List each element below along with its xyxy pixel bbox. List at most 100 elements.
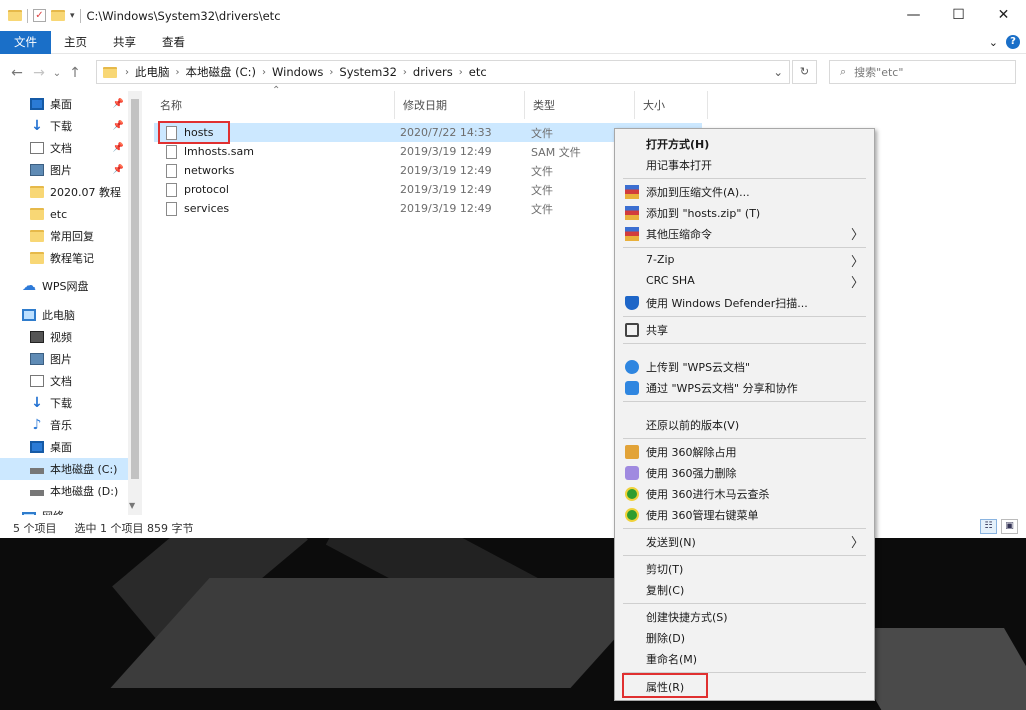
menu-item-add-zip[interactable]: 添加到 "hosts.zip" (T)	[615, 202, 874, 223]
sidebar-scrollbar-thumb[interactable]	[131, 99, 139, 479]
scroll-down-icon[interactable]: ▼	[129, 501, 135, 510]
download-icon: ↓	[31, 395, 43, 411]
menu-item-share-wps[interactable]: 通过 "WPS云文档" 分享和协作	[615, 377, 874, 398]
menu-item-rename[interactable]: 重命名(M)	[615, 648, 874, 669]
sidebar-item-network[interactable]: 网络	[0, 505, 128, 515]
search-input[interactable]: ⌕ 搜索"etc"	[829, 60, 1016, 84]
chevron-right-icon[interactable]: ›	[327, 67, 335, 78]
sidebar-item-folder[interactable]: etc	[0, 203, 128, 225]
sidebar-item-pictures[interactable]: 图片 📌	[0, 159, 128, 181]
breadcrumb-system32[interactable]: System32	[335, 65, 401, 79]
sidebar-item-folder[interactable]: 2020.07 教程	[0, 181, 128, 203]
column-header-size[interactable]: 大小	[635, 91, 708, 119]
sidebar-item-this-pc[interactable]: 此电脑	[0, 304, 128, 326]
menu-item-add-archive[interactable]: 添加到压缩文件(A)...	[615, 181, 874, 202]
sidebar-item-label: 视频	[50, 331, 72, 344]
breadcrumb-local-disk-c[interactable]: 本地磁盘 (C:)	[182, 64, 261, 80]
file-type: SAM 文件	[531, 145, 581, 159]
address-bar[interactable]: › 此电脑 › 本地磁盘 (C:) › Windows › System32 ›…	[96, 60, 790, 84]
menu-item-copy[interactable]: 复制(C)	[615, 579, 874, 600]
sidebar-item-documents[interactable]: 文档	[0, 370, 128, 392]
sidebar-item-desktop[interactable]: 桌面	[0, 436, 128, 458]
sidebar-item-label: 桌面	[50, 441, 72, 454]
sidebar-item-downloads[interactable]: ↓ 下载 📌	[0, 115, 128, 137]
sidebar-item-wps[interactable]: ☁ WPS网盘	[0, 275, 128, 297]
column-header-modified[interactable]: 修改日期	[395, 91, 525, 119]
menu-item-upload-wps[interactable]: 上传到 "WPS云文档"	[615, 356, 874, 377]
computer-icon	[22, 309, 36, 321]
shredder-icon	[625, 466, 639, 480]
sidebar-item-local-disk-c[interactable]: 本地磁盘 (C:)	[0, 458, 128, 480]
column-header-name[interactable]: 名称	[152, 91, 395, 119]
pin-icon: 📌	[112, 143, 124, 153]
tab-share[interactable]: 共享	[100, 31, 149, 54]
menu-item-send-to[interactable]: 发送到(N) 〉	[615, 531, 874, 552]
tab-file[interactable]: 文件	[0, 30, 51, 54]
menu-item-crc-sha[interactable]: CRC SHA 〉	[615, 271, 874, 292]
new-folder-icon[interactable]	[51, 10, 65, 21]
menu-label: 使用 360强力删除	[646, 467, 737, 480]
menu-item-7zip[interactable]: 7-Zip 〉	[615, 250, 874, 271]
sidebar-item-downloads[interactable]: ↓ 下载	[0, 392, 128, 414]
winrar-icon	[625, 227, 639, 241]
large-icons-view-icon[interactable]: ▣	[1001, 519, 1018, 534]
sidebar-item-music[interactable]: ♪ 音乐	[0, 414, 128, 436]
menu-item-360-scan[interactable]: 使用 360进行木马云查杀	[615, 483, 874, 504]
menu-label: 打开方式(H)	[646, 138, 710, 151]
menu-item-360-manage[interactable]: 使用 360管理右键菜单	[615, 504, 874, 525]
file-name: networks	[184, 164, 235, 177]
sidebar-item-videos[interactable]: 视频	[0, 326, 128, 348]
forward-button[interactable]: →	[28, 65, 50, 81]
chevron-right-icon[interactable]: ›	[401, 67, 409, 78]
properties-checkbox-icon[interactable]: ✓	[33, 9, 46, 22]
menu-item-other-compress[interactable]: 其他压缩命令 〉	[615, 223, 874, 244]
menu-item-delete[interactable]: 删除(D)	[615, 627, 874, 648]
menu-item-defender-scan[interactable]: 使用 Windows Defender扫描...	[615, 292, 874, 313]
menu-item-360-delete[interactable]: 使用 360强力删除	[615, 462, 874, 483]
column-header-type[interactable]: 类型	[525, 91, 635, 119]
chevron-right-icon[interactable]: ›	[174, 67, 182, 78]
menu-item-share[interactable]: 共享	[615, 319, 874, 340]
breadcrumb-drivers[interactable]: drivers	[409, 65, 457, 79]
refresh-button[interactable]: ↻	[792, 60, 817, 84]
back-button[interactable]: ←	[6, 65, 28, 81]
menu-item-create-shortcut[interactable]: 创建快捷方式(S)	[615, 606, 874, 627]
menu-item-cut[interactable]: 剪切(T)	[615, 558, 874, 579]
help-icon[interactable]: ?	[1006, 35, 1020, 49]
chevron-right-icon[interactable]: ›	[457, 67, 465, 78]
menu-item-open-with[interactable]: 打开方式(H)	[615, 133, 874, 154]
sidebar-item-label: 本地磁盘 (C:)	[50, 463, 118, 476]
chevron-right-icon[interactable]: ›	[123, 67, 131, 78]
chevron-right-icon[interactable]: ›	[260, 67, 268, 78]
tab-view[interactable]: 查看	[149, 31, 198, 54]
tab-home[interactable]: 主页	[51, 31, 100, 54]
breadcrumb-etc[interactable]: etc	[465, 65, 491, 79]
folder-icon	[103, 66, 117, 78]
customize-toolbar-icon[interactable]: ▾	[70, 11, 75, 21]
folder-icon	[30, 230, 44, 242]
menu-item-notepad[interactable]: 用记事本打开	[615, 154, 874, 175]
breadcrumb-this-pc[interactable]: 此电脑	[131, 64, 174, 80]
file-modified: 2020/7/22 14:33	[400, 126, 492, 139]
chevron-down-icon[interactable]: ⌄	[773, 65, 789, 79]
sidebar-item-documents[interactable]: 文档 📌	[0, 137, 128, 159]
sidebar-item-folder[interactable]: 教程笔记	[0, 247, 128, 269]
menu-label: 上传到 "WPS云文档"	[646, 361, 751, 374]
menu-item-restore-versions[interactable]: 还原以前的版本(V)	[615, 414, 874, 435]
breadcrumb-windows[interactable]: Windows	[268, 65, 327, 79]
expand-ribbon-icon[interactable]: ⌄	[989, 36, 998, 49]
sidebar-item-desktop[interactable]: 桌面 📌	[0, 93, 128, 115]
up-button[interactable]: ↑	[64, 65, 86, 81]
sidebar-item-local-disk-d[interactable]: 本地磁盘 (D:)	[0, 480, 128, 502]
recent-locations-button[interactable]: ⌄	[50, 68, 64, 79]
minimize-button[interactable]: —	[891, 0, 936, 31]
details-view-icon[interactable]: ☷	[980, 519, 997, 534]
menu-label: 使用 360解除占用	[646, 446, 737, 459]
menu-item-360-unlock[interactable]: 使用 360解除占用	[615, 441, 874, 462]
chevron-right-icon: 〉	[850, 228, 864, 243]
sidebar-item-folder[interactable]: 常用回复	[0, 225, 128, 247]
menu-label: 复制(C)	[646, 584, 685, 597]
sidebar-item-pictures[interactable]: 图片	[0, 348, 128, 370]
maximize-button[interactable]: ☐	[936, 0, 981, 31]
close-button[interactable]: ✕	[981, 0, 1026, 31]
